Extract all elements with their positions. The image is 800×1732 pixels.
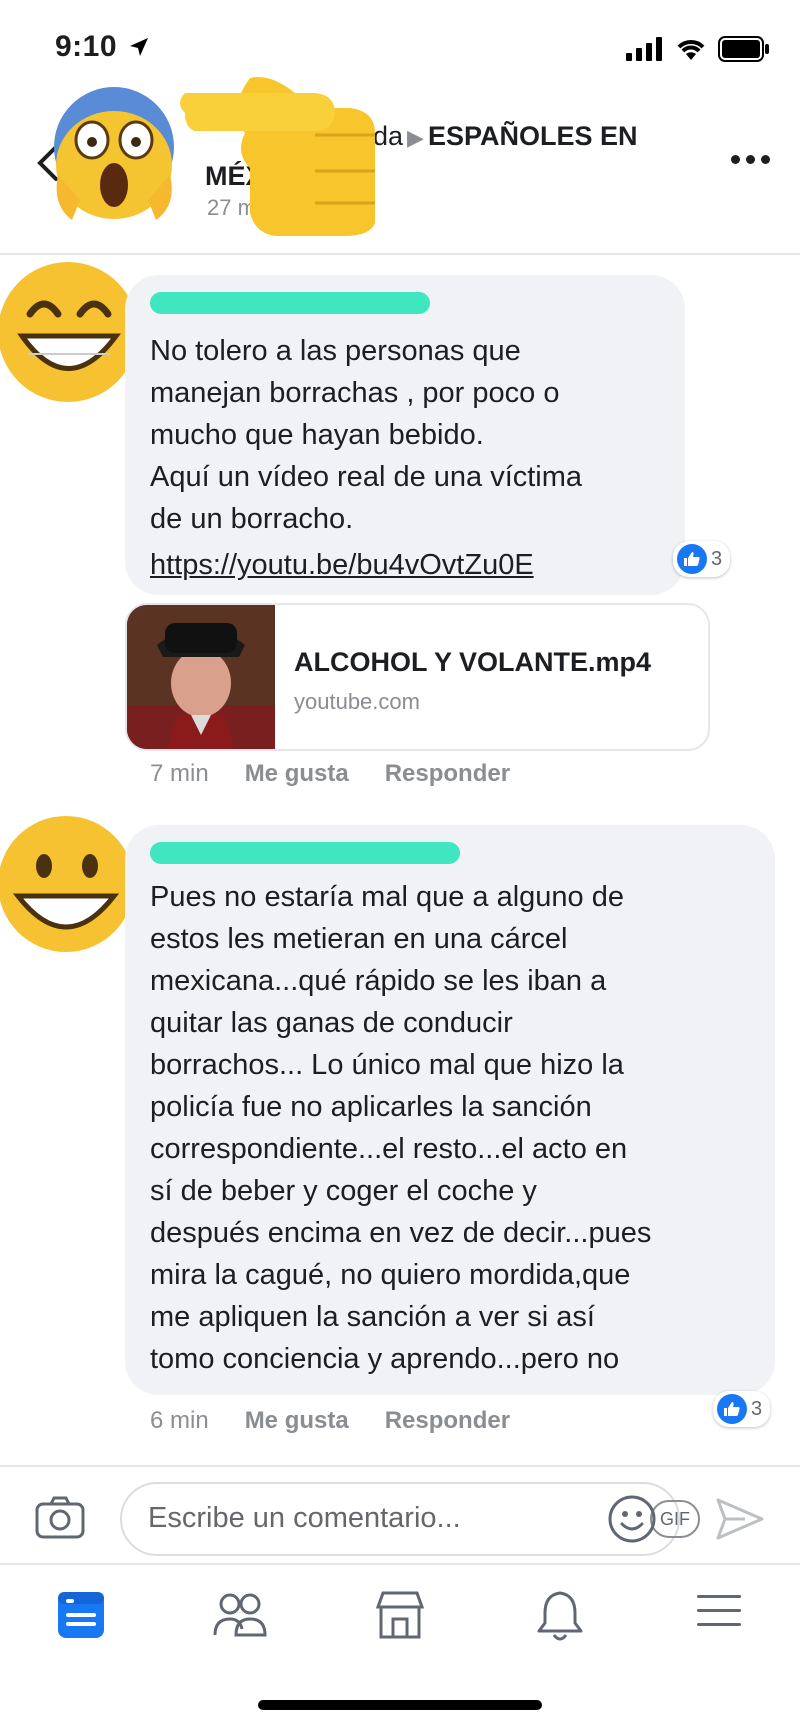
thumbs-up-icon xyxy=(717,1394,747,1424)
like-button[interactable]: Me gusta xyxy=(245,1407,349,1435)
news-feed-icon[interactable] xyxy=(55,1589,107,1646)
video-thumbnail[interactable] xyxy=(127,605,275,749)
wifi-icon xyxy=(674,36,708,67)
comment-text: No tolero a las personas que manejan bor… xyxy=(150,335,583,535)
status-time: 9:10 xyxy=(55,30,118,63)
camera-icon[interactable] xyxy=(35,1495,85,1544)
comment-meta: 7 min Me gusta Responder xyxy=(150,760,510,788)
comment-time: 7 min xyxy=(150,760,209,787)
reaction-count[interactable]: 3 xyxy=(673,541,731,577)
screaming-face-emoji-icon xyxy=(52,85,177,230)
signal-icon xyxy=(626,37,664,66)
location-arrow-icon xyxy=(128,36,150,63)
emoji-picker-icon[interactable] xyxy=(607,1494,657,1552)
reaction-count[interactable]: 3 xyxy=(713,1391,771,1427)
menu-icon[interactable] xyxy=(695,1589,743,1638)
like-button[interactable]: Me gusta xyxy=(245,760,349,788)
gif-icon[interactable]: GIF xyxy=(650,1500,700,1538)
comment-composer: Escribe un comentario... GIF xyxy=(0,1465,800,1565)
home-indicator[interactable] xyxy=(258,1700,542,1710)
reply-button[interactable]: Responder xyxy=(385,1407,510,1435)
reply-button[interactable]: Responder xyxy=(385,760,510,788)
groups-icon[interactable] xyxy=(212,1589,268,1646)
thumbs-up-icon xyxy=(677,544,707,574)
post-header: da ▶ ESPAÑOLES EN MÉX 27 mi xyxy=(0,77,800,255)
grinning-face-emoji-avatar-icon[interactable] xyxy=(0,256,142,413)
comment-input[interactable]: Escribe un comentario... GIF xyxy=(120,1482,700,1556)
link-preview-domain: youtube.com xyxy=(294,689,420,714)
notifications-icon[interactable] xyxy=(535,1589,585,1648)
redacted-commenter-name xyxy=(150,842,460,864)
battery-icon xyxy=(718,36,770,67)
group-name[interactable]: ESPAÑOLES EN xyxy=(428,121,638,151)
smiling-face-emoji-avatar-icon[interactable] xyxy=(0,808,140,965)
more-options-icon[interactable] xyxy=(731,155,770,164)
bottom-tab-bar xyxy=(0,1567,800,1677)
reaction-number: 3 xyxy=(711,547,723,570)
comment-time: 6 min xyxy=(150,1407,209,1434)
comment-meta: 6 min Me gusta Responder xyxy=(150,1407,510,1435)
marketplace-icon[interactable] xyxy=(373,1589,427,1646)
send-icon[interactable] xyxy=(715,1497,765,1546)
pointing-hand-emoji-icon xyxy=(175,73,435,243)
link-preview-title[interactable]: ALCOHOL Y VOLANTE.mp4 xyxy=(294,647,651,678)
status-icons xyxy=(626,36,770,67)
link-preview-card[interactable]: ALCOHOL Y VOLANTE.mp4 youtube.com xyxy=(125,603,710,751)
comment-link[interactable]: https://youtu.be/bu4vOvtZu0E xyxy=(150,544,534,586)
comment-input-placeholder: Escribe un comentario... xyxy=(148,1502,461,1534)
reaction-number: 3 xyxy=(751,1397,763,1420)
redacted-commenter-name xyxy=(150,292,430,314)
comment-text: Pues no estaría mal que a alguno de esto… xyxy=(150,881,652,1375)
